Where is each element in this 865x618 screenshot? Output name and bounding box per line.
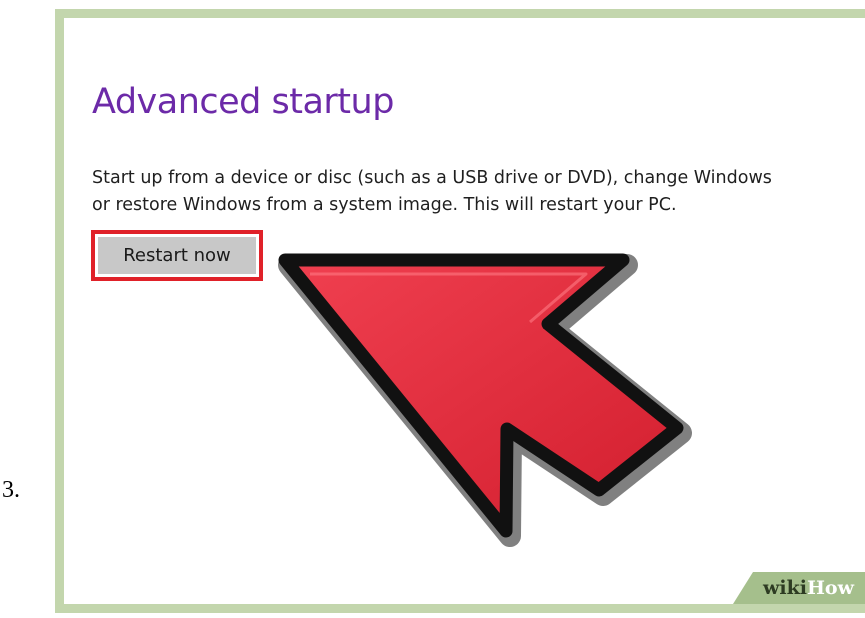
wikihow-watermark: wikiHow [725, 572, 865, 604]
advanced-startup-panel: Advanced startup Start up from a device … [64, 18, 865, 604]
watermark-text: wikiHow [763, 577, 854, 599]
watermark-how: How [806, 577, 854, 599]
screenshot-frame: Advanced startup Start up from a device … [55, 9, 865, 613]
step-number: 3. [2, 477, 20, 503]
large-red-arrow-pointer-icon [278, 253, 692, 547]
watermark-wiki: wiki [763, 577, 807, 599]
